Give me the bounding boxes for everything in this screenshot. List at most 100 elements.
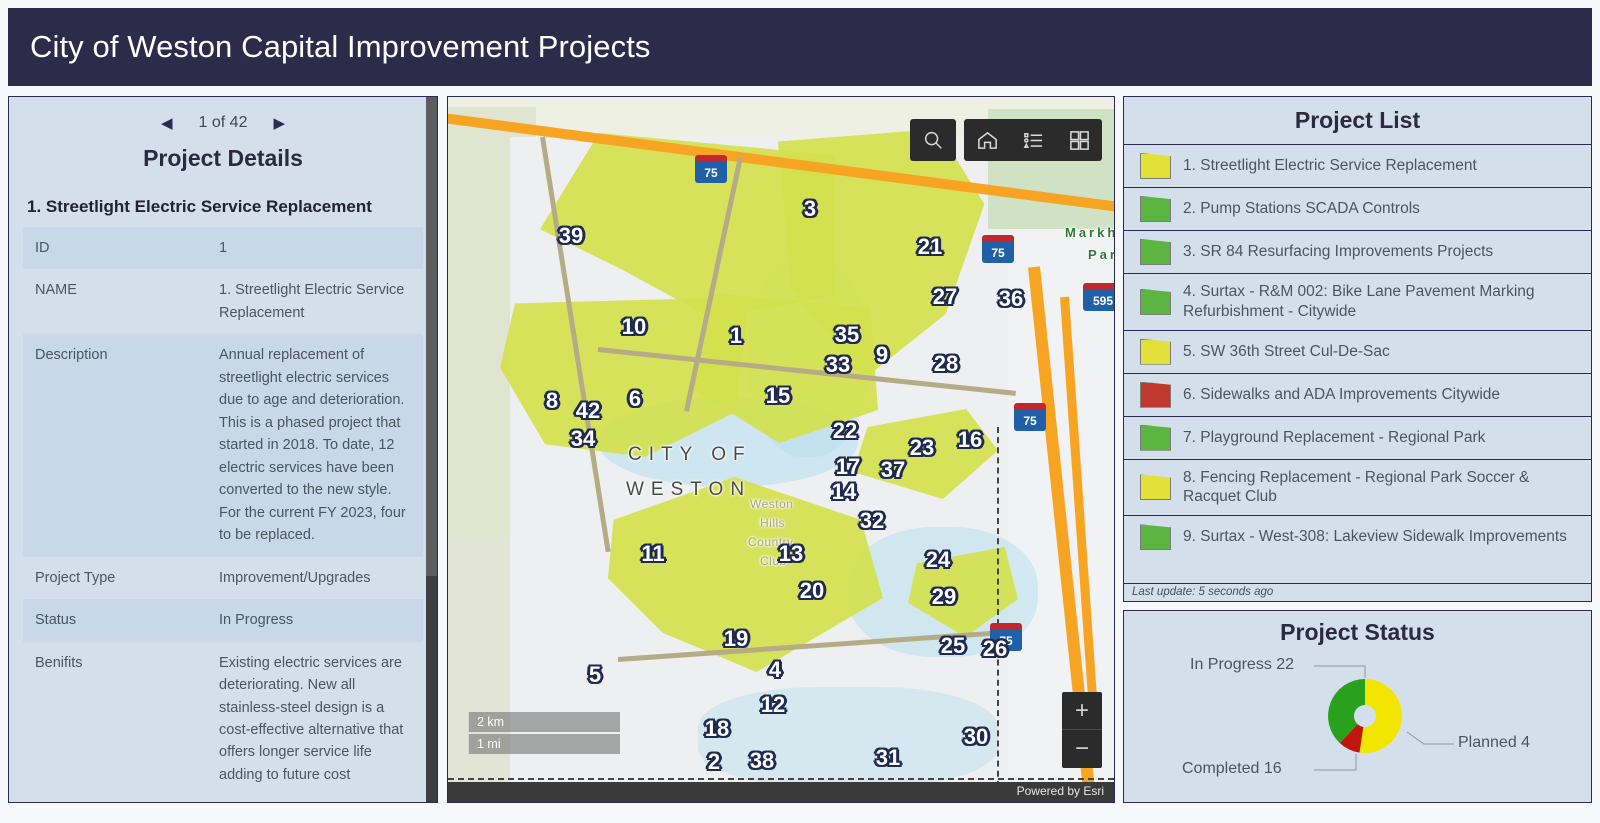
map-project-marker[interactable]: 3 bbox=[804, 196, 816, 222]
map-project-marker[interactable]: 24 bbox=[926, 547, 950, 573]
map-project-marker[interactable]: 30 bbox=[964, 724, 988, 750]
map-project-marker[interactable]: 12 bbox=[761, 692, 785, 718]
status-flag-icon bbox=[1140, 239, 1171, 265]
details-scrollbar[interactable] bbox=[426, 97, 437, 802]
map-project-marker[interactable]: 16 bbox=[958, 427, 982, 453]
attribute-row: Status In Progress bbox=[23, 599, 423, 642]
map-panel[interactable]: CITY OFWESTONMarkhamParkWestonHillsCount… bbox=[447, 96, 1115, 803]
map-search-group bbox=[910, 119, 956, 161]
attribute-value: Existing electric services are deteriora… bbox=[219, 654, 404, 783]
highway-shield-icon: 595 bbox=[1083, 283, 1114, 311]
map-project-marker[interactable]: 5 bbox=[589, 662, 601, 688]
map-project-marker[interactable]: 38 bbox=[750, 748, 774, 774]
map-project-marker[interactable]: 33 bbox=[826, 352, 850, 378]
project-status-donut-chart: In Progress 22 Planned 4 Completed 16 bbox=[1124, 648, 1591, 798]
legend-list-icon[interactable] bbox=[1010, 119, 1056, 161]
map-project-marker[interactable]: 17 bbox=[836, 454, 860, 480]
map-project-marker[interactable]: 9 bbox=[876, 342, 888, 368]
map-scalebar: 2 km 1 mi bbox=[468, 712, 620, 756]
scalebar-metric: 2 km bbox=[468, 712, 620, 732]
donut-data-label: Completed 16 bbox=[1182, 760, 1282, 777]
project-list-item-label: 2. Pump Stations SCADA Controls bbox=[1183, 200, 1420, 218]
map-project-marker[interactable]: 36 bbox=[999, 286, 1023, 312]
map-project-marker[interactable]: 2 bbox=[708, 749, 720, 775]
map-project-marker[interactable]: 18 bbox=[705, 716, 729, 742]
project-list-item[interactable]: 6. Sidewalks and ADA Improvements Citywi… bbox=[1124, 372, 1591, 416]
project-list-item-label: 1. Streetlight Electric Service Replacem… bbox=[1183, 157, 1477, 175]
page-title: City of Weston Capital Improvement Proje… bbox=[30, 29, 651, 64]
project-list-item[interactable]: 9. Surtax - West-308: Lakeview Sidewalk … bbox=[1124, 515, 1591, 558]
attribute-row: NAME 1. Streetlight Electric Service Repl… bbox=[23, 269, 423, 334]
app-header: City of Weston Capital Improvement Proje… bbox=[8, 8, 1592, 86]
details-pager: ◀ 1 of 42 ▶ bbox=[9, 97, 437, 141]
project-list-item-label: 9. Surtax - West-308: Lakeview Sidewalk … bbox=[1183, 528, 1567, 546]
project-list-item-label: 4. Surtax - R&M 002: Bike Lane Pavement … bbox=[1183, 283, 1535, 320]
feature-title: 1. Streetlight Electric Service Replacem… bbox=[27, 197, 372, 216]
project-list-item-label: 6. Sidewalks and ADA Improvements Citywi… bbox=[1183, 385, 1501, 403]
map-project-marker[interactable]: 23 bbox=[910, 435, 934, 461]
highway-shield-icon: 75 bbox=[982, 235, 1014, 263]
map-project-marker[interactable]: 21 bbox=[918, 234, 942, 260]
project-list-item[interactable]: 1. Streetlight Electric Service Replacem… bbox=[1124, 144, 1591, 187]
map-project-marker[interactable]: 8 bbox=[546, 388, 558, 414]
project-list-item[interactable]: 4. Surtax - R&M 002: Bike Lane Pavement … bbox=[1124, 273, 1591, 330]
map-project-marker[interactable]: 25 bbox=[941, 633, 965, 659]
map-project-marker[interactable]: 37 bbox=[881, 457, 905, 483]
dashboard-root: City of Weston Capital Improvement Proje… bbox=[0, 0, 1600, 823]
status-flag-icon bbox=[1140, 424, 1171, 451]
last-update-label: Last update: 5 seconds ago bbox=[1124, 583, 1591, 601]
project-list-item[interactable]: 3. SR 84 Resurfacing Improvements Projec… bbox=[1124, 230, 1591, 273]
project-list-item[interactable]: 2. Pump Stations SCADA Controls bbox=[1124, 187, 1591, 230]
map-text-label: CITY OF bbox=[628, 444, 752, 465]
project-status-panel: Project Status In Progress 22 Planned 4 Co… bbox=[1123, 610, 1592, 803]
status-flag-icon bbox=[1140, 474, 1171, 501]
map-water-3 bbox=[698, 687, 998, 787]
caret-right-icon[interactable]: ▶ bbox=[269, 114, 289, 133]
map-project-marker[interactable]: 39 bbox=[559, 223, 583, 249]
map-project-marker[interactable]: 34 bbox=[571, 426, 595, 452]
home-icon[interactable] bbox=[964, 119, 1010, 161]
map-canvas[interactable]: CITY OFWESTONMarkhamParkWestonHillsCount… bbox=[448, 97, 1114, 802]
map-project-marker[interactable]: 27 bbox=[933, 284, 957, 310]
map-project-marker[interactable]: 14 bbox=[832, 479, 856, 505]
map-text-label: Hills bbox=[760, 516, 786, 530]
donut-slice[interactable] bbox=[1359, 679, 1402, 753]
map-project-marker[interactable]: 19 bbox=[724, 626, 748, 652]
project-list-item[interactable]: 5. SW 36th Street Cul-De-Sac bbox=[1124, 329, 1591, 373]
attribute-value: In Progress bbox=[207, 599, 423, 642]
map-project-marker[interactable]: 15 bbox=[766, 383, 790, 409]
map-project-marker[interactable]: 32 bbox=[860, 508, 884, 534]
map-toolbar bbox=[910, 119, 1102, 161]
donut-data-label: Planned 4 bbox=[1458, 734, 1531, 751]
map-project-marker[interactable]: 35 bbox=[835, 322, 859, 348]
map-project-marker[interactable]: 4 bbox=[769, 657, 781, 683]
project-list-item-label: 7. Playground Replacement - Regional Par… bbox=[1183, 428, 1486, 446]
project-list-item[interactable]: 8. Fencing Replacement - Regional Park S… bbox=[1124, 458, 1591, 516]
attribute-row: Project Type Improvement/Upgrades bbox=[23, 557, 423, 599]
map-project-marker[interactable]: 1 bbox=[730, 323, 742, 349]
map-project-marker[interactable]: 20 bbox=[800, 578, 824, 604]
map-project-marker[interactable]: 13 bbox=[779, 541, 803, 567]
caret-left-icon[interactable]: ◀ bbox=[157, 114, 177, 133]
details-scroll-area[interactable]: 1. Streetlight Electric Service Replacem… bbox=[9, 193, 437, 802]
map-project-marker[interactable]: 26 bbox=[983, 636, 1007, 662]
map-project-marker[interactable]: 6 bbox=[629, 386, 641, 412]
map-zoom-controls: + − bbox=[1062, 692, 1102, 768]
project-list-item-label: 5. SW 36th Street Cul-De-Sac bbox=[1183, 342, 1390, 360]
map-project-marker[interactable]: 11 bbox=[641, 541, 664, 567]
map-project-marker[interactable]: 28 bbox=[934, 351, 958, 377]
map-project-marker[interactable]: 10 bbox=[622, 314, 646, 340]
map-project-marker[interactable]: 29 bbox=[932, 584, 956, 610]
attribute-key: Description bbox=[23, 334, 207, 557]
zoom-out-button[interactable]: − bbox=[1062, 730, 1102, 768]
basemap-gallery-icon[interactable] bbox=[1056, 119, 1102, 161]
zoom-in-button[interactable]: + bbox=[1062, 692, 1102, 730]
map-project-marker[interactable]: 22 bbox=[833, 418, 857, 444]
map-boundary-dashed-east bbox=[997, 427, 999, 797]
details-scrollbar-thumb[interactable] bbox=[426, 97, 437, 577]
map-project-marker[interactable]: 31 bbox=[876, 745, 900, 771]
project-list-item[interactable]: 7. Playground Replacement - Regional Par… bbox=[1124, 415, 1591, 459]
search-icon[interactable] bbox=[910, 119, 956, 161]
map-project-marker[interactable]: 42 bbox=[576, 398, 600, 424]
project-list-item-label: 8. Fencing Replacement - Regional Park S… bbox=[1183, 468, 1530, 506]
